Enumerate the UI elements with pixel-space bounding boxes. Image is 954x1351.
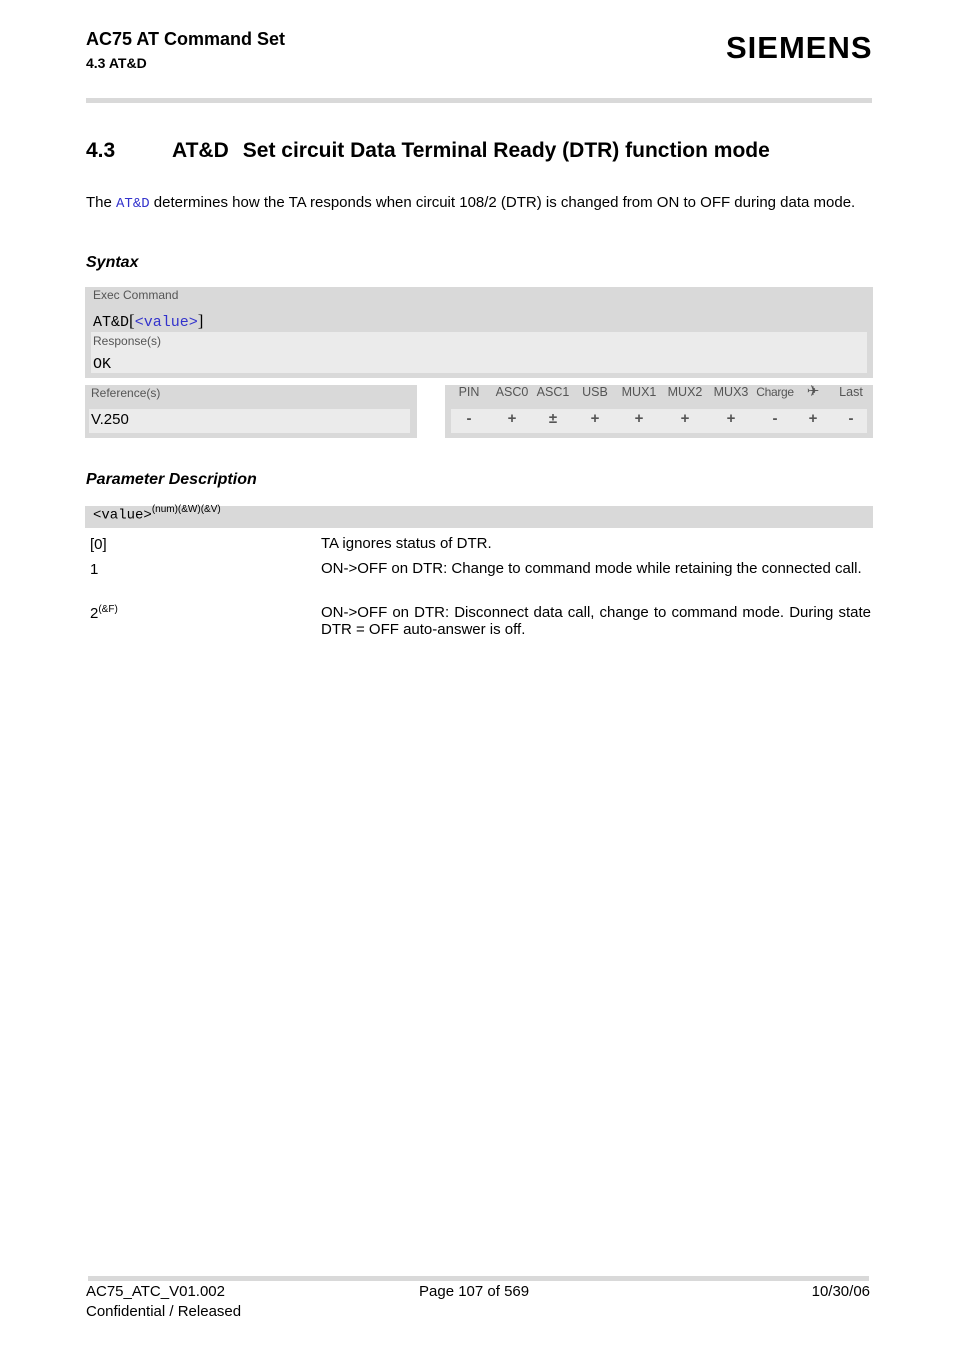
response-value: OK	[93, 356, 112, 373]
section-number: 4.3	[86, 139, 116, 162]
footer-doc-id: AC75_ATC_V01.002	[86, 1283, 225, 1300]
col-header-last: Last	[839, 385, 863, 399]
col-value-pin: -	[466, 410, 472, 427]
col-header-mux1: MUX1	[621, 385, 657, 399]
parameter-name-text: <value>	[93, 507, 152, 524]
footer-divider	[88, 1276, 869, 1281]
col-value-mux3: +	[726, 410, 736, 427]
param-value-desc: ON->OFF on DTR: Change to command mode w…	[321, 560, 862, 577]
reference-value-box	[89, 409, 410, 433]
param-key-text: 1	[90, 561, 99, 578]
section-reference: 4.3 AT&D	[86, 55, 147, 71]
response-label: Response(s)	[93, 334, 162, 348]
param-value-desc: ON->OFF on DTR: Disconnect data call, ch…	[321, 604, 871, 638]
col-header-mux2: MUX2	[667, 385, 703, 399]
reference-value: V.250	[91, 411, 129, 428]
param-key-text: [0]	[90, 536, 107, 553]
col-value-mux2: +	[680, 410, 690, 427]
col-value-mux1: +	[634, 410, 644, 427]
exec-command-name: AT&D	[93, 314, 130, 331]
parameter-name: <value>(num)(&W)(&V)	[93, 504, 221, 523]
col-header-asc0: ASC0	[495, 385, 529, 399]
col-value-usb: +	[590, 410, 600, 427]
col-header-pin: PIN	[458, 385, 480, 399]
exec-command-label: Exec Command	[93, 288, 179, 302]
col-value-asc1: ±	[548, 410, 558, 427]
response-box	[91, 332, 867, 373]
header-divider	[86, 98, 872, 103]
param-value-key: 1	[90, 560, 98, 578]
col-header-usb: USB	[582, 385, 608, 399]
col-header-asc1: ASC1	[536, 385, 570, 399]
exec-command-syntax: AT&D[<value>]	[93, 311, 203, 331]
intro-suffix: determines how the TA responds when circ…	[149, 194, 856, 211]
siemens-logo: SIEMENS	[726, 30, 873, 65]
col-value-asc0: +	[507, 410, 517, 427]
col-value-last: -	[848, 410, 854, 427]
param-key-sup: (&F)	[98, 604, 118, 615]
parameter-description-heading: Parameter Description	[86, 471, 257, 488]
section-title: Set circuit Data Terminal Ready (DTR) fu…	[242, 139, 770, 162]
syntax-heading: Syntax	[86, 254, 139, 271]
intro-prefix: The	[86, 194, 117, 211]
col-header-mux3: MUX3	[713, 385, 749, 399]
param-value-key: 2(&F)	[90, 604, 118, 622]
optional-bracket-close: ]	[197, 311, 204, 330]
param-value-key: [0]	[90, 535, 107, 553]
param-value-desc: TA ignores status of DTR.	[321, 535, 492, 552]
document-title: AC75 AT Command Set	[86, 29, 286, 49]
intro-paragraph: The AT&D determines how the TA responds …	[86, 194, 872, 213]
value-param-link[interactable]: <value>	[135, 314, 198, 331]
command-link[interactable]: AT&D	[116, 196, 150, 212]
footer-status: Confidential / Released	[86, 1303, 242, 1320]
parameter-attributes: (num)(&W)(&V)	[151, 504, 221, 515]
footer-date: 10/30/06	[811, 1283, 870, 1300]
section-heading: 4.3 AT&D Set circuit Data Terminal Ready (…	[86, 139, 770, 163]
section-command: AT&D	[172, 139, 229, 162]
footer-page-number: Page 107 of 569	[419, 1283, 530, 1300]
reference-label: Reference(s)	[91, 386, 161, 400]
